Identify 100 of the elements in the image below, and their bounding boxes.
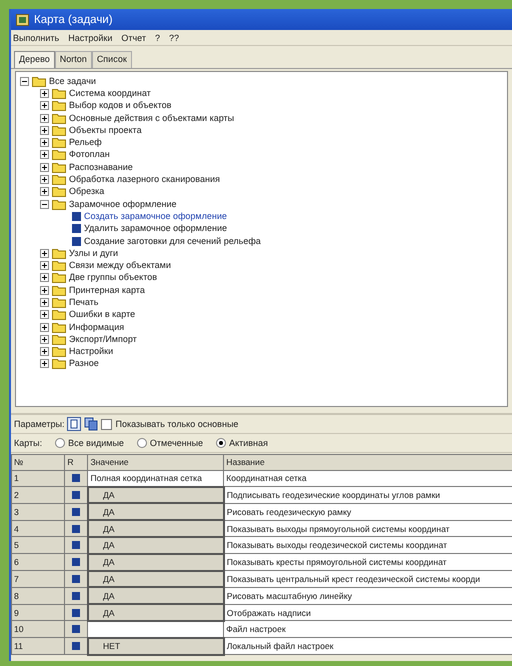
radio-button[interactable] [136,438,147,448]
radio-label[interactable]: Активная [229,438,268,448]
table-cell: Локальный файл настроек [224,638,512,655]
radio-button[interactable] [55,438,66,448]
checkbox-label[interactable]: Показывать только основные [115,419,238,429]
expander-icon[interactable] [40,347,49,356]
tab[interactable]: Список [92,51,132,68]
menu-item[interactable]: ? [155,32,160,42]
menu-item[interactable]: Выполнить [13,32,60,42]
table-cell: Рисовать масштабную линейку [224,587,512,604]
square-icon [72,592,80,600]
tree-item[interactable]: Выбор кодов и объектов [69,100,172,112]
tree-item[interactable]: Удалить зарамочное оформление [84,223,228,234]
menu-item[interactable]: ?? [169,32,180,42]
table-cell: 6 [12,554,65,571]
square-icon [72,508,80,516]
tree-item[interactable]: Зарамочное оформление [69,198,176,210]
folder-icon [52,149,66,160]
folder-icon [52,296,66,308]
expander-icon[interactable] [40,286,49,295]
folder-icon [52,334,66,345]
tree-item[interactable]: Фотоплан [69,149,110,160]
expander-icon[interactable] [40,114,49,123]
tree-item[interactable]: Разное [69,358,99,370]
expander-icon[interactable] [40,88,49,98]
table-cell: 4 [12,520,65,537]
document-icon[interactable] [67,417,82,431]
table-cell: 7 [12,570,65,588]
tree-item[interactable]: Объекты проекта [69,124,142,136]
expander-icon[interactable] [40,248,49,258]
square-icon [72,608,80,617]
tree-item[interactable]: Информация [69,322,124,333]
expander-icon[interactable] [40,150,49,160]
expander-icon[interactable] [40,310,49,320]
table-cell: 3 [12,503,65,520]
tree-item[interactable]: Обрезка [69,186,104,198]
value-dropdown[interactable]: ДА [88,520,224,537]
expander-icon[interactable] [40,162,49,172]
tree-item[interactable]: Все задачи [49,76,96,87]
square-icon [72,574,80,583]
expander-icon[interactable] [40,322,49,332]
radio-label[interactable]: Все видимые [68,438,124,448]
table-cell: 2 [12,486,65,504]
tree-item[interactable]: Основные действия с объектами карты [69,112,234,124]
tree-item[interactable]: Система координат [69,88,151,99]
parameters-label: Параметры: [14,419,64,429]
expander-icon[interactable] [40,138,49,148]
folder-icon [52,198,66,210]
value-dropdown[interactable]: НЕТ [88,638,224,655]
tree-item[interactable]: Узлы и дуги [69,248,118,259]
radio-label[interactable]: Отмеченные [150,438,204,448]
tree-item[interactable]: Рельеф [69,137,102,148]
menu-item[interactable]: Отчет [121,32,146,42]
expander-icon[interactable] [40,101,49,110]
checkbox[interactable] [101,418,112,430]
expander-icon[interactable] [40,261,49,270]
expander-icon[interactable] [40,334,49,344]
value-dropdown[interactable]: ДА [88,604,224,621]
tree-item[interactable]: Создать зарамочное оформление [84,210,227,222]
tab[interactable]: Norton [54,51,92,68]
radio-button[interactable] [216,438,226,448]
tree-item[interactable]: Обработка лазерного сканирования [69,174,220,186]
column-header[interactable]: Значение [88,454,224,470]
folder-icon [52,88,66,99]
menu-item[interactable]: Настройки [68,32,112,42]
table-cell: Файл настроек [224,620,512,638]
tree-item[interactable]: Две группы объектов [69,272,158,284]
table-cell: Показывать выходы геодезической системы координат [224,536,512,554]
tree-item[interactable]: Настройки [69,346,114,358]
folder-icon [52,174,66,186]
column-header[interactable]: Название [224,454,512,470]
tree-item[interactable]: Распознавание [69,162,133,173]
expander-icon[interactable] [40,359,49,368]
tree-item[interactable]: Экспорт/Импорт [69,334,137,345]
table-cell: Отображать надписи [224,604,512,621]
expander-icon[interactable] [40,126,49,135]
tab[interactable]: Дерево [14,51,55,68]
value-dropdown[interactable]: ДА [88,587,224,604]
column-header[interactable]: № [12,454,65,470]
tree-item[interactable]: Связи между объектами [69,260,171,272]
value-dropdown[interactable]: ДА [88,486,224,504]
tree-item[interactable]: Печать [69,296,98,308]
tree-item[interactable]: Принтерная карта [69,284,145,296]
table-cell: Координатная сетка [224,470,512,487]
folder-icon [52,162,66,173]
expander-icon[interactable] [40,273,49,282]
tree-item[interactable]: Ошибки в карте [69,309,136,320]
table-cell: 9 [12,604,65,621]
value-dropdown[interactable]: ДА [88,503,224,520]
expander-icon[interactable] [40,298,49,307]
expander-icon[interactable] [40,200,49,209]
folder-icon [52,186,66,198]
folder-icon [52,248,66,259]
expander-icon[interactable] [40,175,49,184]
square-icon [72,625,80,634]
column-header[interactable]: R [64,454,88,470]
tree-item[interactable]: Создание заготовки для сечений рельефа [84,236,261,246]
expander-icon[interactable] [40,187,49,196]
copy-icon[interactable] [84,417,98,431]
expander-icon[interactable] [20,76,29,86]
